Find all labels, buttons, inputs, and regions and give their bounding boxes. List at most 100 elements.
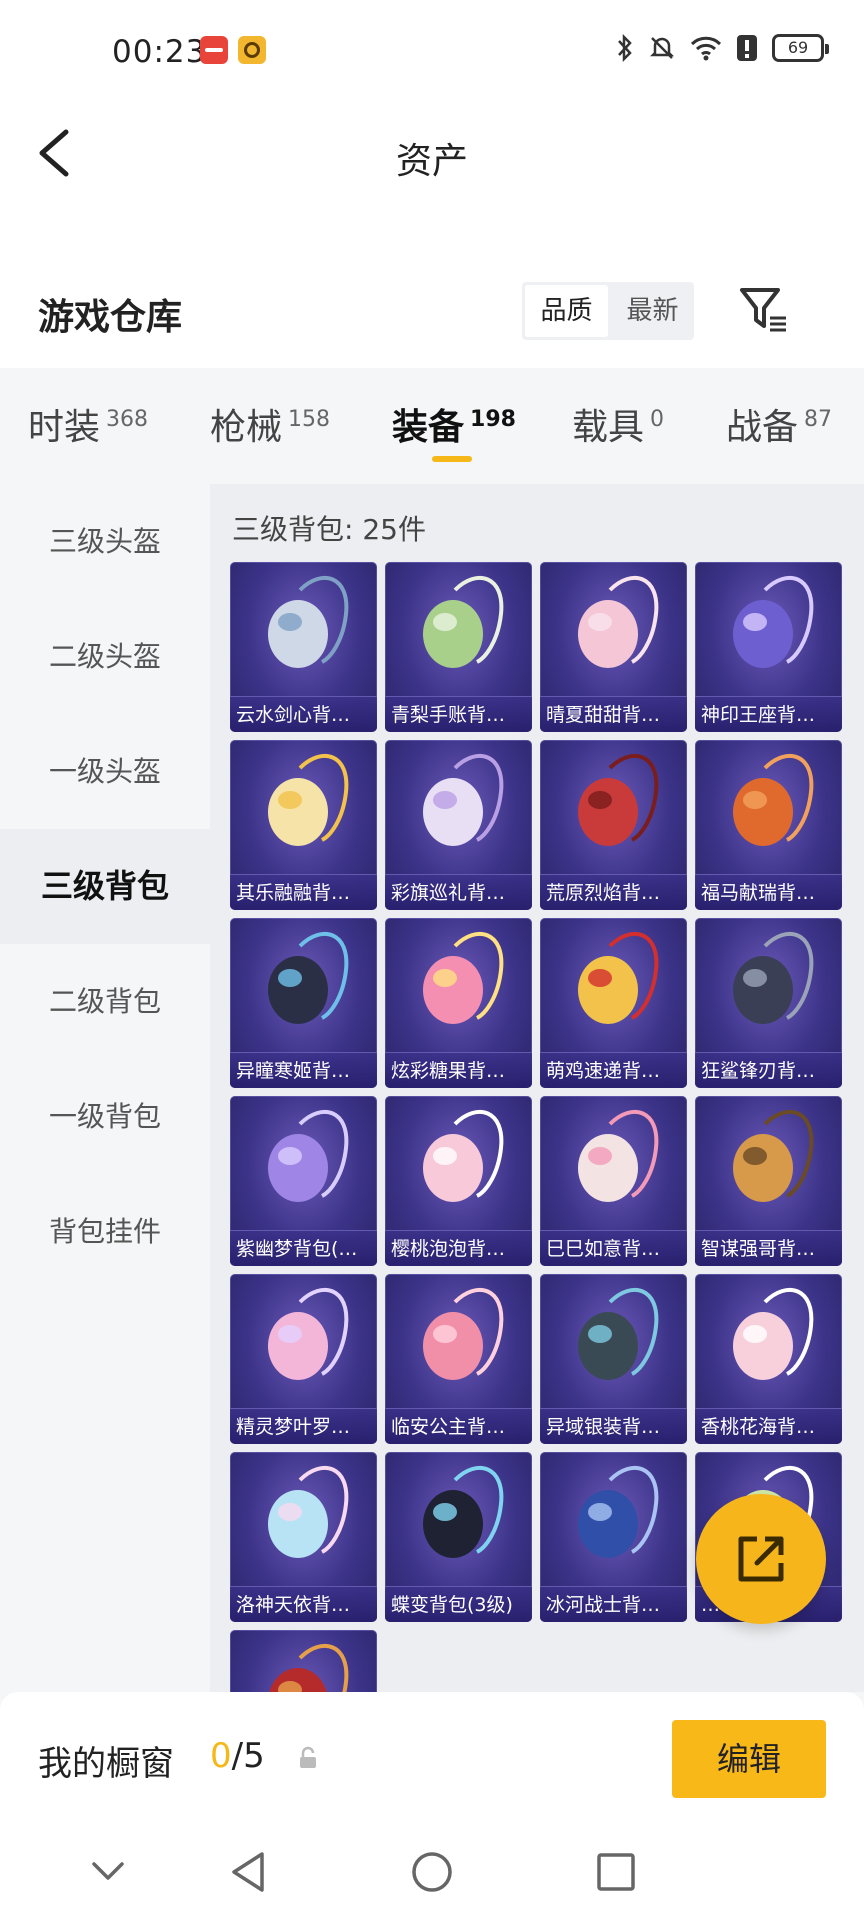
item-card-label: 异域银装背… — [540, 1408, 687, 1444]
backpack-image — [578, 576, 659, 668]
item-card[interactable]: 临安公主背… — [385, 1274, 532, 1444]
lock-icon — [300, 1746, 316, 1768]
sort-quality-button[interactable]: 品质 — [525, 285, 608, 337]
item-card-label: 萌鸡速递背… — [540, 1052, 687, 1088]
item-card[interactable]: 其乐融融背… — [230, 740, 377, 910]
showcase-bar: 我的橱窗 0/5 编辑 — [0, 1692, 864, 1828]
item-card-label: 福马献瑞背… — [695, 874, 842, 910]
showcase-label: 我的橱窗 — [38, 1744, 174, 1784]
item-card-label: 其乐融融背… — [230, 874, 377, 910]
item-card[interactable]: 荒原烈焰背… — [540, 740, 687, 910]
backpack-image — [423, 932, 504, 1024]
status-time: 00:23 — [112, 34, 207, 70]
item-card-label: 云水剑心背… — [230, 696, 377, 732]
item-card[interactable]: 狂鲨锋刃背… — [695, 918, 842, 1088]
item-card-label: 紫幽梦背包(… — [230, 1230, 377, 1266]
item-card-label: 荒原烈焰背… — [540, 874, 687, 910]
subcategory-sidebar: 三级头盔 二级头盔 一级头盔 三级背包 二级背包 一级背包 背包挂件 — [0, 484, 210, 1692]
share-fab[interactable] — [696, 1494, 826, 1624]
item-card[interactable]: 香桃花海背… — [695, 1274, 842, 1444]
tab-supplies[interactable]: 战备 87 — [726, 398, 832, 450]
item-card[interactable]: 福马献瑞背… — [695, 740, 842, 910]
backpack-image — [269, 1644, 349, 1692]
backpack-image — [733, 1110, 814, 1202]
sidebar-item-backpack-3[interactable]: 三级背包 — [0, 829, 210, 944]
app-header: 资产 — [0, 100, 864, 280]
item-card[interactable]: 晴夏甜甜背… — [540, 562, 687, 732]
item-card-label: 冰河战士背… — [540, 1586, 687, 1622]
backpack-image — [268, 1466, 349, 1558]
item-card-label: 巳巳如意背… — [540, 1230, 687, 1266]
sidebar-item-helmet-2[interactable]: 二级头盔 — [0, 599, 210, 714]
backpack-image — [733, 932, 814, 1024]
item-card-label: 香桃花海背… — [695, 1408, 842, 1444]
item-card[interactable]: 异域银装背… — [540, 1274, 687, 1444]
filter-icon[interactable] — [738, 284, 790, 336]
item-card[interactable]: 樱桃泡泡背… — [385, 1096, 532, 1266]
item-card[interactable]: 冰河战士背… — [540, 1452, 687, 1622]
recents-square-icon[interactable] — [594, 1850, 638, 1894]
back-triangle-icon[interactable] — [226, 1850, 270, 1894]
item-card[interactable]: 云水剑心背… — [230, 562, 377, 732]
item-card-label: 神印王座背… — [695, 696, 842, 732]
item-card-label: 异瞳寒姬背… — [230, 1052, 377, 1088]
backpack-image — [423, 1288, 504, 1380]
backpack-image — [268, 1288, 349, 1380]
item-card[interactable] — [230, 1630, 377, 1692]
sidebar-item-backpack-1[interactable]: 一级背包 — [0, 1059, 210, 1174]
tab-equipment[interactable]: 装备 198 — [392, 398, 516, 450]
backpack-image — [423, 576, 504, 668]
sidebar-item-helmet-1[interactable]: 一级头盔 — [0, 714, 210, 829]
sidebar-item-backpack-charm[interactable]: 背包挂件 — [0, 1174, 210, 1289]
item-card-label: 洛神天依背… — [230, 1586, 377, 1622]
item-card[interactable]: 彩旗巡礼背… — [385, 740, 532, 910]
backpack-image — [578, 932, 659, 1024]
item-card[interactable]: 巳巳如意背… — [540, 1096, 687, 1266]
system-nav-bar — [0, 1828, 864, 1920]
backpack-image — [423, 754, 504, 846]
item-card[interactable]: 神印王座背… — [695, 562, 842, 732]
item-card[interactable]: 萌鸡速递背… — [540, 918, 687, 1088]
item-card[interactable]: 紫幽梦背包(… — [230, 1096, 377, 1266]
home-circle-icon[interactable] — [410, 1850, 454, 1894]
item-card-label: 晴夏甜甜背… — [540, 696, 687, 732]
backpack-image — [423, 1110, 504, 1202]
content-title: 三级背包: 25件 — [232, 513, 426, 546]
backpack-image — [733, 754, 814, 846]
status-bar: 00:23 69 — [0, 0, 864, 100]
item-card[interactable]: 异瞳寒姬背… — [230, 918, 377, 1088]
item-card[interactable]: 炫彩糖果背… — [385, 918, 532, 1088]
category-tabs: 时装 368 枪械 158 装备 198 载具 0 战备 87 — [0, 368, 864, 484]
item-card[interactable]: 洛神天依背… — [230, 1452, 377, 1622]
edit-button[interactable]: 编辑 — [672, 1720, 826, 1798]
item-card[interactable]: 蝶变背包(3级) — [385, 1452, 532, 1622]
sidebar-item-helmet-3[interactable]: 三级头盔 — [0, 484, 210, 599]
bluetooth-icon — [618, 34, 632, 62]
section-header: 游戏仓库 品质 最新 — [0, 260, 864, 368]
item-card[interactable]: 精灵梦叶罗… — [230, 1274, 377, 1444]
huawei-app-icon — [200, 36, 228, 64]
game-app-icon — [238, 36, 266, 64]
sidebar-item-backpack-2[interactable]: 二级背包 — [0, 944, 210, 1059]
alert-icon — [737, 35, 757, 61]
item-card[interactable]: 青梨手账背… — [385, 562, 532, 732]
item-card-label: 临安公主背… — [385, 1408, 532, 1444]
battery-indicator: 69 — [772, 34, 829, 62]
mute-icon — [649, 37, 675, 59]
item-card-label: 狂鲨锋刃背… — [695, 1052, 842, 1088]
item-card-label: 精灵梦叶罗… — [230, 1408, 377, 1444]
sort-newest-button[interactable]: 最新 — [611, 282, 694, 340]
page-title: 资产 — [395, 141, 468, 182]
tab-guns[interactable]: 枪械 158 — [210, 398, 330, 450]
wifi-icon — [690, 36, 722, 61]
item-card-label: 炫彩糖果背… — [385, 1052, 532, 1088]
tab-vehicles[interactable]: 载具 0 — [572, 398, 664, 450]
section-title: 游戏仓库 — [38, 297, 183, 338]
chevron-down-icon[interactable] — [88, 1850, 128, 1890]
tab-fashion[interactable]: 时装 368 — [28, 398, 148, 450]
item-card-label: 樱桃泡泡背… — [385, 1230, 532, 1266]
backpack-image — [578, 1110, 659, 1202]
backpack-image — [268, 932, 349, 1024]
item-card[interactable]: 智谋强哥背… — [695, 1096, 842, 1266]
backpack-image — [268, 1110, 349, 1202]
